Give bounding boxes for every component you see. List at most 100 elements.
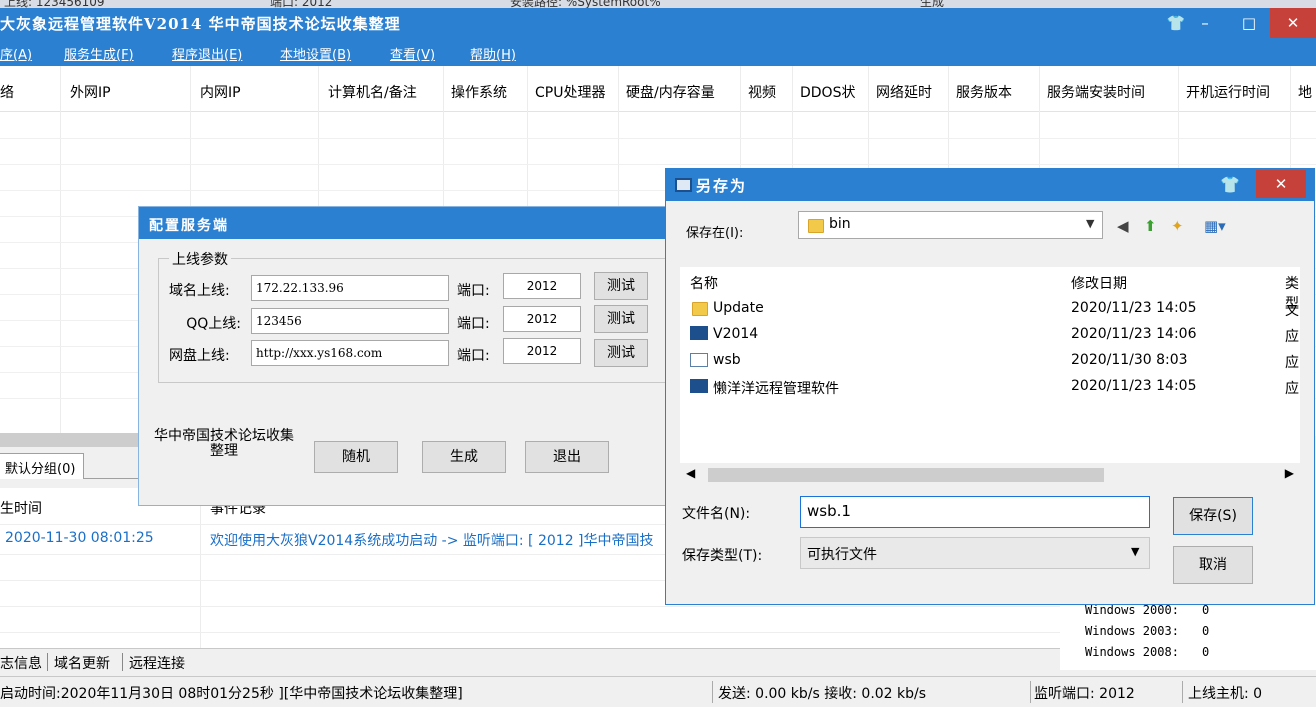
file-date: 2020/11/23 14:05 [1071,378,1197,394]
tab-default-group[interactable]: 默认分组(0) [0,453,85,479]
toolbar-strip: 上线: 123456109 端口: 2012 安装路径: %SystemRoot… [0,0,1316,8]
column-name[interactable]: 名称 [690,273,718,293]
new-folder-icon[interactable]: ✦ [1171,217,1184,235]
chevron-down-icon[interactable]: ▼ [1131,545,1139,558]
column-header[interactable]: 服务版本 [956,82,1012,102]
file-name[interactable]: Update [713,300,764,316]
status-online-hosts: 上线主机: 0 [1188,686,1263,702]
test-domain-button[interactable]: 测试 [594,272,648,300]
file-name[interactable]: wsb [713,352,741,368]
tab-remote-connect[interactable]: 远程连接 [129,653,185,673]
column-header[interactable]: 计算机名/备注 [328,82,417,102]
file-type: 应 [1285,329,1299,345]
exit-button[interactable]: 退出 [525,441,609,473]
save-button[interactable]: 保存(S) [1173,497,1253,535]
status-separator [712,681,713,703]
netdisk-online-input[interactable]: http://xxx.ys168.com [251,340,449,366]
filetype-select[interactable]: 可执行文件 [800,537,1150,569]
file-name[interactable]: V2014 [713,326,758,342]
tab-separator [47,653,48,671]
port-label: 端口: [457,348,490,364]
qq-port-input[interactable]: 2012 [503,306,581,332]
table-row [0,164,1316,165]
column-header[interactable]: 开机运行时间 [1186,82,1270,102]
file-name[interactable]: 懒洋洋远程管理软件 [713,378,839,398]
close-button[interactable]: ✕ [1256,170,1306,198]
netdisk-port-input[interactable]: 2012 [503,338,581,364]
folder-icon [692,302,708,316]
app-icon [690,326,708,340]
up-folder-icon[interactable]: ⬆ [1144,217,1157,235]
menu-view[interactable]: 查看(V) [390,44,435,63]
back-icon[interactable]: ◀ [1117,217,1129,235]
group-tab-bar: 默认分组(0) [0,451,150,479]
menu-exit[interactable]: 程序退出(E) [172,44,242,63]
filetype-label: 保存类型(T): [682,548,763,564]
column-divider [60,66,61,436]
toolbar-strip-text: 安装路径: %SystemRoot% [510,0,661,8]
file-list: 名称 修改日期 类型 Update 2020/11/23 14:05 文 V20… [680,267,1300,487]
os-stat-label: Windows 2008: [1085,645,1179,659]
column-header[interactable]: 操作系统 [451,82,507,102]
random-button[interactable]: 随机 [314,441,398,473]
os-stat-label: Windows 2000: [1085,603,1179,617]
tab-log-info[interactable]: 志信息 [0,653,42,673]
horizontal-scrollbar[interactable]: ◀ ▶ [680,463,1300,487]
domain-port-input[interactable]: 2012 [503,273,581,299]
close-button[interactable]: ✕ [1270,8,1316,38]
bottom-tab-bar: 志信息 域名更新 远程连接 [0,648,1060,674]
tab-domain-update[interactable]: 域名更新 [54,653,110,673]
test-qq-button[interactable]: 测试 [594,305,648,333]
tab-separator [122,653,123,671]
column-header[interactable]: 硬盘/内存容量 [626,82,715,102]
column-header[interactable]: 外网IP [70,82,111,102]
save-in-select[interactable]: bin [798,211,1103,239]
scroll-left-icon[interactable]: ◀ [686,466,695,480]
log-entry-time: 2020-11-30 08:01:25 [5,530,154,546]
qq-online-input[interactable]: 123456 [251,308,449,334]
scroll-right-icon[interactable]: ▶ [1285,466,1294,480]
row-divider [0,606,1060,607]
minimize-button[interactable]: – [1184,8,1226,38]
monitor-icon [675,178,692,192]
toolbar-strip-text: 上线: 123456109 [4,0,105,8]
status-listen-port: 监听端口: 2012 [1034,686,1135,702]
log-column-time[interactable]: 生时间 [0,498,42,518]
log-entry-message: 欢迎使用大灰狼V2014系统成功启动 -> 监听端口: [ 2012 ]华中帝国… [210,533,654,549]
scroll-thumb[interactable] [708,468,1104,482]
column-date[interactable]: 修改日期 [1071,273,1127,293]
column-header[interactable]: 地 [1298,82,1312,102]
maximize-button[interactable]: □ [1228,8,1270,38]
horizontal-scrollbar[interactable] [0,433,140,447]
menu-local-settings[interactable]: 本地设置(B) [280,44,351,63]
file-date: 2020/11/23 14:05 [1071,300,1197,316]
domain-online-input[interactable]: 172.22.133.96 [251,275,449,301]
menu-service-generate[interactable]: 服务生成(F) [64,44,134,63]
chevron-down-icon[interactable]: ▼ [1086,217,1094,230]
domain-online-label: 域名上线: [169,283,230,299]
cancel-button[interactable]: 取消 [1173,546,1253,584]
column-header[interactable]: 网络延时 [876,82,932,102]
menu-help[interactable]: 帮助(H) [470,44,516,63]
test-netdisk-button[interactable]: 测试 [594,339,648,367]
save-as-dialog: 另存为 👕 ✕ 保存在(I): bin ▼ ◀ ⬆ ✦ ▦▾ 名称 修改日期 类… [665,168,1315,605]
column-header[interactable]: 络 [0,82,14,102]
view-menu-icon[interactable]: ▦▾ [1204,217,1226,235]
skin-icon[interactable]: 👕 [1216,171,1244,199]
credit-note: 华中帝国技术论坛收集整理 [154,428,294,459]
window-title: 大灰象远程管理软件V2014 华中帝国技术论坛收集整理 [0,15,401,33]
file-date: 2020/11/30 8:03 [1071,352,1188,368]
column-header[interactable]: CPU处理器 [535,82,605,102]
file-type: 应 [1285,381,1299,397]
generate-button[interactable]: 生成 [422,441,506,473]
column-header[interactable]: DDOS状 [800,82,855,102]
toolbar-strip-button[interactable]: 生成 [920,0,944,8]
column-header[interactable]: 内网IP [200,82,241,102]
column-header[interactable]: 视频 [748,82,776,102]
qq-online-label: QQ上线: [186,316,241,332]
column-header[interactable]: 服务端安装时间 [1047,82,1145,102]
filename-input[interactable]: wsb.1 [800,496,1150,528]
status-bar: 启动时间:2020年11月30日 08时01分25秒 ][华中帝国技术论坛收集整… [0,676,1316,707]
port-label: 端口: [457,283,490,299]
menu-program[interactable]: 序(A) [0,44,32,63]
